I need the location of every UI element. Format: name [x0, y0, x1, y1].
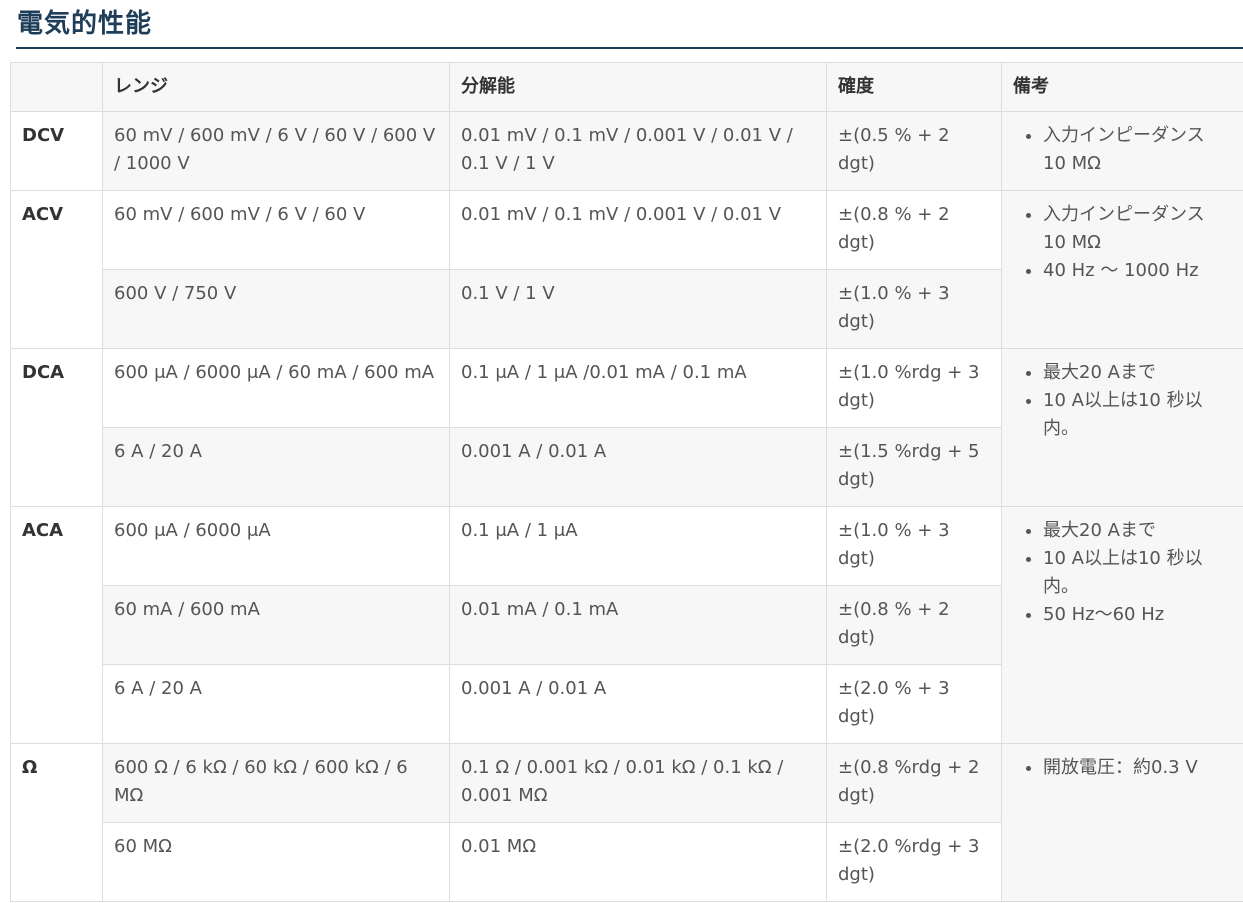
range-cell: 6 A / 20 A: [102, 427, 450, 507]
resolution-cell: 0.1 μA / 1 μA /0.01 mA / 0.1 mA: [449, 348, 827, 428]
resolution-cell: 0.01 mV / 0.1 mV / 0.001 V / 0.01 V: [449, 190, 827, 270]
accuracy-cell: ±(2.0 % + 3 dgt): [826, 664, 1002, 744]
notes-list-item: 10 A以上は10 秒以内。: [1043, 387, 1232, 443]
notes-list: 最大20 Aまで10 A以上は10 秒以内。: [1013, 359, 1232, 443]
row-label: DCV: [10, 111, 103, 191]
notes-list: 入力インピーダンス 10 MΩ: [1013, 122, 1232, 178]
notes-list-item: 最大20 Aまで: [1043, 359, 1232, 387]
table-row: Ω 600 Ω / 6 kΩ / 60 kΩ / 600 kΩ / 6 MΩ 0.1…: [10, 743, 1243, 902]
accuracy-cell: ±(1.5 %rdg + 5 dgt): [826, 427, 1002, 507]
notes-cell: 最大20 Aまで10 A以上は10 秒以内。50 Hz～60 Hz: [1001, 506, 1243, 744]
range-cell: 60 mA / 600 mA: [102, 585, 450, 665]
header-cell-accuracy: 確度: [826, 62, 1002, 112]
table-row: DCV 60 mV / 600 mV / 6 V / 60 V / 600 V /…: [10, 111, 1243, 191]
row-label: ACA: [10, 506, 103, 744]
resolution-cell: 0.1 V / 1 V: [449, 269, 827, 349]
resolution-cell: 0.1 Ω / 0.001 kΩ / 0.01 kΩ / 0.1 kΩ / 0.…: [449, 743, 827, 823]
notes-cell: 入力インピーダンス 10 MΩ: [1001, 111, 1243, 191]
notes-list: 最大20 Aまで10 A以上は10 秒以内。50 Hz～60 Hz: [1013, 517, 1232, 629]
header-cell-blank: [10, 62, 103, 112]
header-cell-notes: 備考: [1001, 62, 1243, 112]
notes-list-item: 10 A以上は10 秒以内。: [1043, 545, 1232, 601]
row-label: ACV: [10, 190, 103, 349]
table-row: ACA 600 μA / 6000 μA 0.1 μA / 1 μA ±(1.0 % …: [10, 506, 1243, 744]
title-divider: [16, 47, 1243, 49]
notes-list-item: 開放電圧：約0.3 V: [1043, 754, 1232, 782]
resolution-cell: 0.01 mV / 0.1 mV / 0.001 V / 0.01 V / 0.…: [449, 111, 827, 191]
resolution-cell: 0.001 A / 0.01 A: [449, 427, 827, 507]
notes-list: 入力インピーダンス 10 MΩ40 Hz ～ 1000 Hz: [1013, 201, 1232, 285]
section-title: 電気的性能: [17, 9, 153, 39]
table-row: ACV 60 mV / 600 mV / 6 V / 60 V 0.01 mV / …: [10, 190, 1243, 349]
resolution-cell: 0.001 A / 0.01 A: [449, 664, 827, 744]
range-cell: 600 Ω / 6 kΩ / 60 kΩ / 600 kΩ / 6 MΩ: [102, 743, 450, 823]
row-label: DCA: [10, 348, 103, 507]
range-cell: 600 μA / 6000 μA / 60 mA / 600 mA: [102, 348, 450, 428]
notes-list-item: 入力インピーダンス 10 MΩ: [1043, 201, 1232, 257]
notes-list-item: 最大20 Aまで: [1043, 517, 1232, 545]
range-cell: 60 mV / 600 mV / 6 V / 60 V / 600 V / 10…: [102, 111, 450, 191]
accuracy-cell: ±(0.8 % + 2 dgt): [826, 585, 1002, 665]
notes-list-item: 40 Hz ～ 1000 Hz: [1043, 257, 1232, 285]
header-row: レンジ 分解能 確度 備考: [10, 62, 1243, 112]
table-header: レンジ 分解能 確度 備考: [10, 62, 1243, 112]
accuracy-cell: ±(1.0 % + 3 dgt): [826, 506, 1002, 586]
resolution-cell: 0.01 MΩ: [449, 822, 827, 902]
page: 電気的性能 レンジ 分解能 確度 備考 DCV 60 mV / 600 mV / …: [0, 0, 1243, 903]
accuracy-cell: ±(0.8 % + 2 dgt): [826, 190, 1002, 270]
notes-cell: 最大20 Aまで10 A以上は10 秒以内。: [1001, 348, 1243, 507]
resolution-cell: 0.1 μA / 1 μA: [449, 506, 827, 586]
header-cell-range: レンジ: [102, 62, 450, 112]
accuracy-cell: ±(2.0 %rdg + 3 dgt): [826, 822, 1002, 902]
spec-table: レンジ 分解能 確度 備考 DCV 60 mV / 600 mV / 6 V / …: [10, 62, 1243, 902]
resolution-cell: 0.01 mA / 0.1 mA: [449, 585, 827, 665]
notes-list-item: 入力インピーダンス 10 MΩ: [1043, 122, 1232, 178]
accuracy-cell: ±(0.8 %rdg + 2 dgt): [826, 743, 1002, 823]
table-row: DCA 600 μA / 6000 μA / 60 mA / 600 mA 0.1 …: [10, 348, 1243, 507]
range-cell: 600 V / 750 V: [102, 269, 450, 349]
notes-cell: 開放電圧：約0.3 V: [1001, 743, 1243, 902]
range-cell: 60 MΩ: [102, 822, 450, 902]
header-cell-resolution: 分解能: [449, 62, 827, 112]
table-body: DCV 60 mV / 600 mV / 6 V / 60 V / 600 V /…: [10, 111, 1243, 902]
accuracy-cell: ±(1.0 % + 3 dgt): [826, 269, 1002, 349]
accuracy-cell: ±(0.5 % + 2 dgt): [826, 111, 1002, 191]
notes-list-item: 50 Hz～60 Hz: [1043, 601, 1232, 629]
range-cell: 600 μA / 6000 μA: [102, 506, 450, 586]
notes-cell: 入力インピーダンス 10 MΩ40 Hz ～ 1000 Hz: [1001, 190, 1243, 349]
range-cell: 60 mV / 600 mV / 6 V / 60 V: [102, 190, 450, 270]
notes-list: 開放電圧：約0.3 V: [1013, 754, 1232, 782]
row-label: Ω: [10, 743, 103, 902]
range-cell: 6 A / 20 A: [102, 664, 450, 744]
accuracy-cell: ±(1.0 %rdg + 3 dgt): [826, 348, 1002, 428]
